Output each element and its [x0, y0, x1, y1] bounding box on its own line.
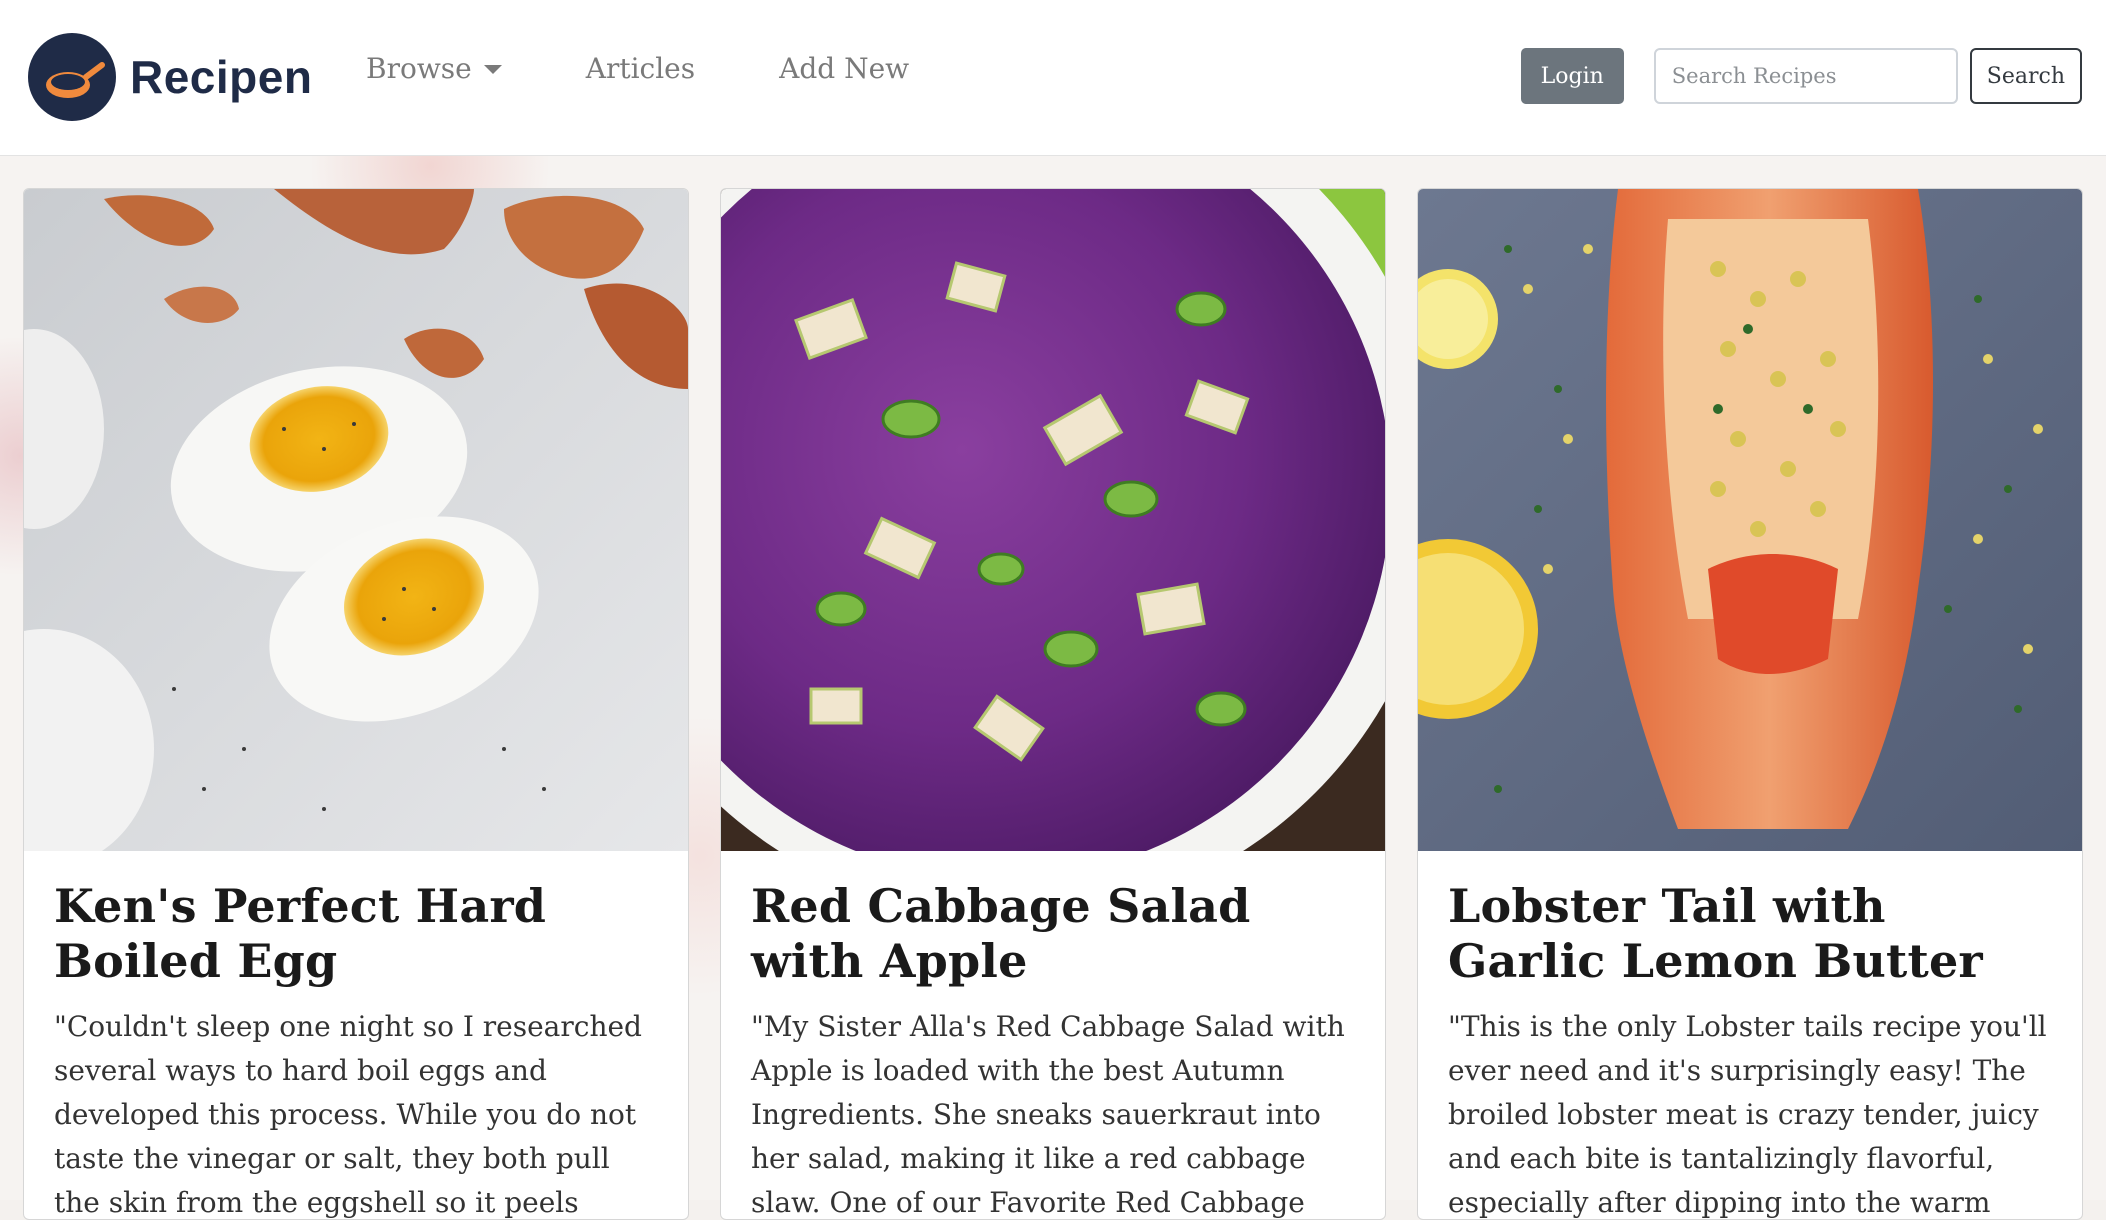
search-button[interactable]: Search — [1969, 48, 2082, 104]
recipe-card[interactable]: Lobster Tail with Garlic Lemon Butter "T… — [1417, 188, 2083, 1220]
recipe-image-cabbage-salad[interactable] — [721, 189, 1385, 851]
recipe-card-grid: Ken's Perfect Hard Boiled Egg "Couldn't … — [23, 188, 2083, 1220]
recipe-title[interactable]: Red Cabbage Salad with Apple — [751, 879, 1355, 989]
recipe-image-lobster-tail[interactable] — [1418, 189, 2082, 851]
recipe-title[interactable]: Lobster Tail with Garlic Lemon Butter — [1448, 879, 2052, 989]
recipe-card[interactable]: Red Cabbage Salad with Apple "My Sister … — [720, 188, 1386, 1220]
nav-add-new[interactable]: Add New — [779, 52, 909, 85]
recipe-excerpt: "This is the only Lobster tails recipe y… — [1448, 1010, 2047, 1219]
main-nav: Browse Articles Add New — [366, 52, 909, 85]
login-button[interactable]: Login — [1520, 48, 1624, 104]
nav-articles[interactable]: Articles — [586, 52, 695, 85]
nav-browse-dropdown[interactable]: Browse — [366, 52, 502, 85]
recipe-title[interactable]: Ken's Perfect Hard Boiled Egg — [54, 879, 658, 989]
search-input[interactable] — [1653, 48, 1958, 104]
brand-link[interactable]: Recipen — [28, 32, 312, 122]
navbar: Recipen Browse Articles Add New Login Se… — [0, 0, 2106, 156]
recipe-excerpt: "My Sister Alla's Red Cabbage Salad with… — [751, 1010, 1345, 1219]
frying-pan-icon — [28, 33, 116, 121]
search-form: Search — [1653, 48, 2082, 104]
brand-name: Recipen — [130, 51, 313, 103]
recipe-image-eggs[interactable] — [24, 189, 688, 851]
recipe-card[interactable]: Ken's Perfect Hard Boiled Egg "Couldn't … — [23, 188, 689, 1220]
header-controls: Login Search — [1520, 48, 2082, 104]
nav-browse-label: Browse — [366, 52, 472, 85]
recipe-excerpt: "Couldn't sleep one night so I researche… — [54, 1010, 642, 1219]
caret-down-icon — [483, 65, 502, 74]
